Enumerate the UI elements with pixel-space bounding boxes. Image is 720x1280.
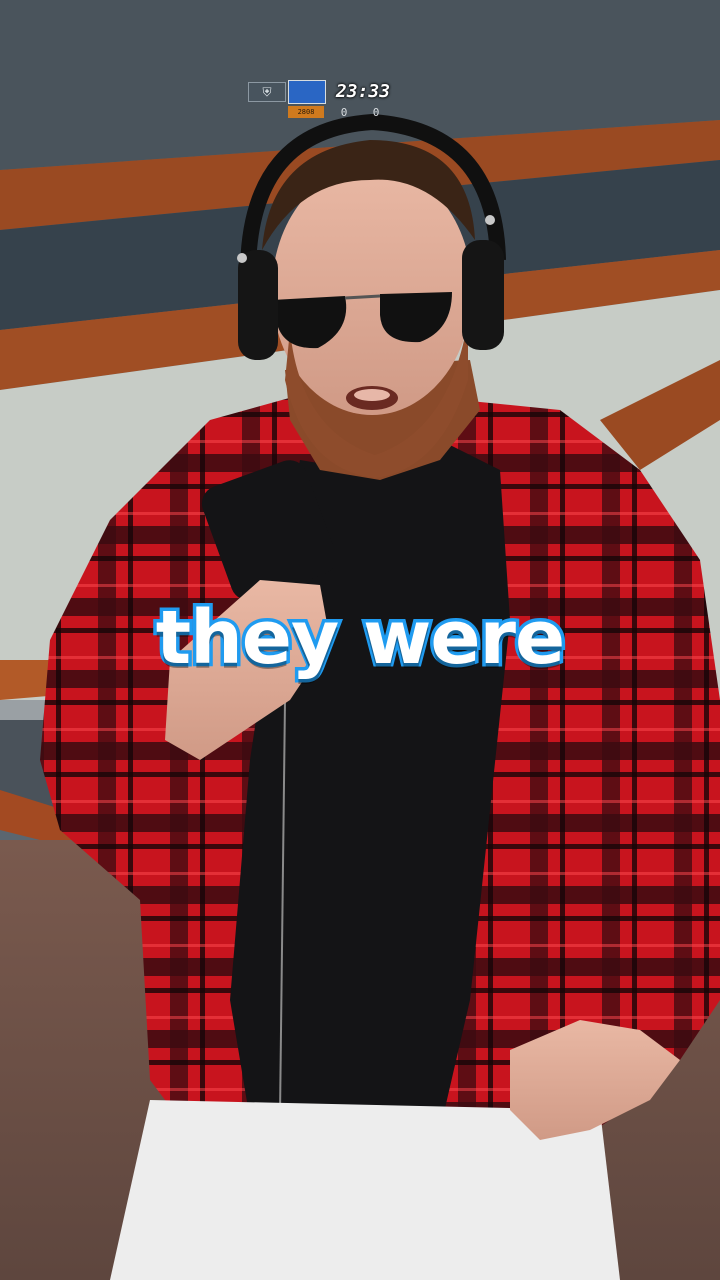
game-scoreboard-hud: ⛨ 2808 23:33 0 0 bbox=[246, 80, 396, 126]
score-left: 0 bbox=[340, 106, 348, 119]
tongue bbox=[354, 389, 390, 401]
headphones-left-hinge bbox=[237, 253, 247, 263]
subtitle-caption: they were bbox=[152, 592, 568, 685]
headphones-right-hinge bbox=[485, 215, 495, 225]
t-team-icon bbox=[288, 80, 326, 104]
headphones-right-cup bbox=[462, 240, 504, 350]
video-frame: ⛨ 2808 23:33 0 0 they were bbox=[0, 0, 720, 1280]
ct-team-icon: ⛨ bbox=[248, 82, 286, 102]
score-right: 0 bbox=[372, 106, 380, 119]
round-timer: 23:33 bbox=[335, 81, 391, 102]
team-sublabel: 2808 bbox=[288, 106, 324, 118]
headphones-left-cup bbox=[238, 250, 278, 360]
sunglasses-bridge bbox=[344, 294, 381, 300]
